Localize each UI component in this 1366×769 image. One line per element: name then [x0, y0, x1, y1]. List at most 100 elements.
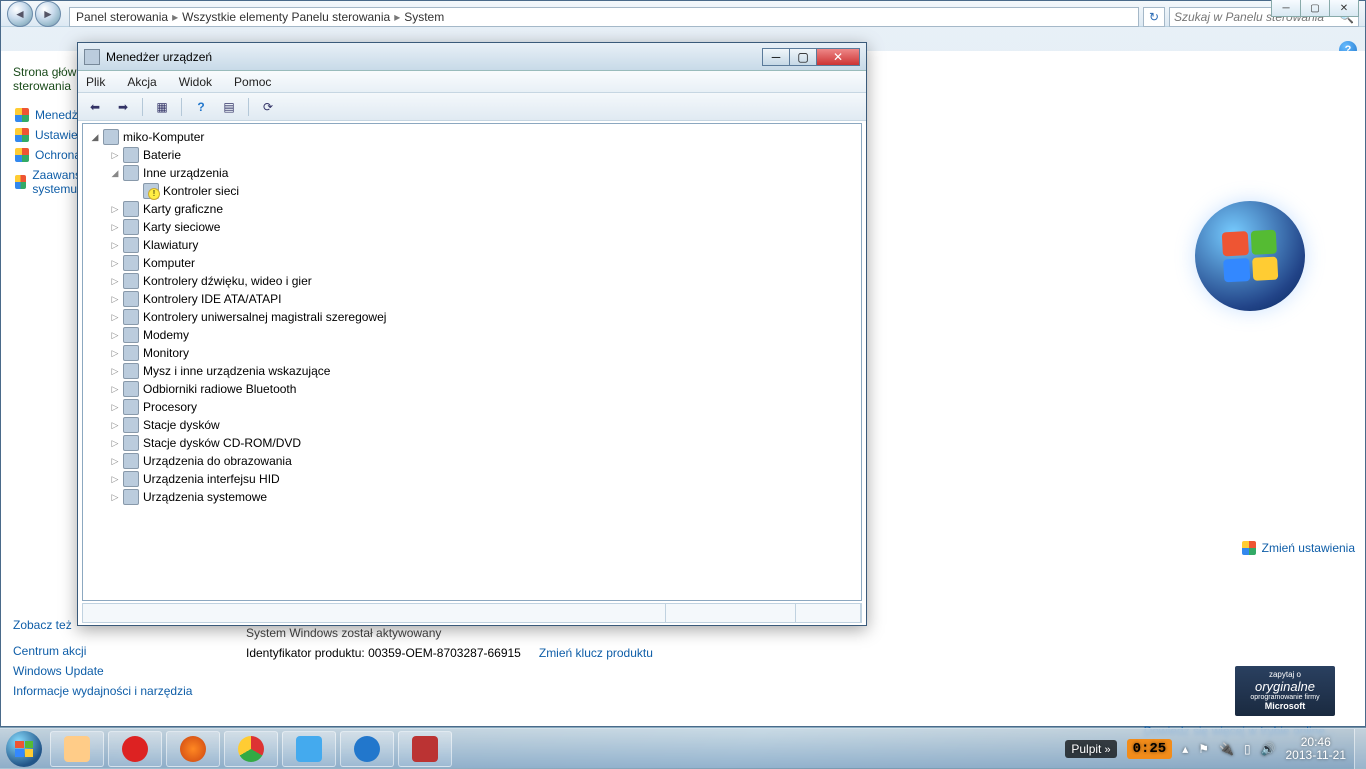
expand-icon[interactable]: ▷	[109, 491, 121, 503]
tree-node[interactable]: ▷Procesory	[87, 398, 857, 416]
see-also-link[interactable]: Informacje wydajności i narzędzia	[13, 681, 192, 701]
taskbar-firefox[interactable]	[166, 731, 220, 767]
menu-help[interactable]: Pomoc	[230, 73, 275, 91]
device-icon	[143, 183, 159, 199]
tb-forward-button[interactable]: ➡	[112, 96, 134, 118]
tree-node[interactable]: ▷Monitory	[87, 344, 857, 362]
device-tree[interactable]: ◢ miko-Komputer ▷Baterie◢Inne urządzenia…	[82, 123, 862, 601]
expand-icon[interactable]: ▷	[109, 473, 121, 485]
expand-icon[interactable]: ▷	[109, 293, 121, 305]
nav-forward-button[interactable]: ►	[35, 1, 61, 27]
tray-flag-icon[interactable]: ⚑	[1198, 742, 1209, 756]
taskbar-app[interactable]	[398, 731, 452, 767]
product-id-label: Identyfikator produktu: 00359-OEM-870328…	[246, 646, 521, 660]
maximize-button[interactable]: ▢	[1300, 0, 1330, 17]
tree-node[interactable]: ▷Kontrolery IDE ATA/ATAPI	[87, 290, 857, 308]
device-category-icon	[123, 219, 139, 235]
tree-node[interactable]: ▷Karty graficzne	[87, 200, 857, 218]
expand-icon[interactable]: ▷	[109, 383, 121, 395]
change-settings-link[interactable]: Zmień ustawienia	[1242, 541, 1355, 555]
device-category-icon	[123, 291, 139, 307]
tree-node[interactable]: ▷Baterie	[87, 146, 857, 164]
tb-show-hidden-button[interactable]: ▦	[151, 96, 173, 118]
tree-node[interactable]: ▷Klawiatury	[87, 236, 857, 254]
tree-node[interactable]: ▷Karty sieciowe	[87, 218, 857, 236]
tree-node[interactable]: ▷Kontrolery dźwięku, wideo i gier	[87, 272, 857, 290]
tree-node[interactable]: ▷Modemy	[87, 326, 857, 344]
expand-icon[interactable]: ▷	[109, 455, 121, 467]
expand-icon[interactable]: ▷	[109, 221, 121, 233]
nav-back-button[interactable]: ◄	[7, 1, 33, 27]
see-also-link[interactable]: Centrum akcji	[13, 641, 192, 661]
device-category-icon	[123, 417, 139, 433]
genuine-badge[interactable]: zapytaj o oryginalne oprogramowanie firm…	[1235, 666, 1335, 716]
tray-arrow-icon[interactable]: ▴	[1182, 742, 1188, 756]
breadcrumb[interactable]: Panel sterowania▸ Wszystkie elementy Pan…	[69, 7, 1139, 27]
tree-node[interactable]: ▷Urządzenia systemowe	[87, 488, 857, 506]
refresh-button[interactable]: ↻	[1143, 7, 1165, 27]
tray-power-icon[interactable]: 🔌	[1219, 742, 1234, 756]
device-category-icon	[123, 471, 139, 487]
tb-properties-button[interactable]: ▤	[218, 96, 240, 118]
tree-node[interactable]: ▷Komputer	[87, 254, 857, 272]
desktop-toolbar[interactable]: Pulpit »	[1065, 740, 1116, 758]
timer-gadget[interactable]: 0:25	[1127, 739, 1173, 759]
expand-icon[interactable]: ▷	[109, 329, 121, 341]
dm-maximize-button[interactable]: ▢	[789, 48, 817, 66]
expand-icon[interactable]: ▷	[109, 239, 121, 251]
tree-node[interactable]: ▷Urządzenia interfejsu HID	[87, 470, 857, 488]
dm-close-button[interactable]: ✕	[816, 48, 860, 66]
menu-file[interactable]: Plik	[82, 73, 109, 91]
breadcrumb-item[interactable]: Panel sterowania	[76, 10, 168, 24]
device-category-icon	[123, 489, 139, 505]
see-also-link[interactable]: Windows Update	[13, 661, 192, 681]
taskbar-app[interactable]	[340, 731, 394, 767]
breadcrumb-item[interactable]: System	[404, 10, 444, 24]
device-category-icon	[123, 255, 139, 271]
expand-icon[interactable]: ▷	[109, 437, 121, 449]
tb-back-button[interactable]: ⬅	[84, 96, 106, 118]
expand-icon[interactable]: ▷	[109, 401, 121, 413]
tb-scan-button[interactable]: ⟳	[257, 96, 279, 118]
dm-titlebar[interactable]: Menedżer urządzeń ─ ▢ ✕	[78, 43, 866, 71]
taskbar-chrome[interactable]	[224, 731, 278, 767]
expand-icon[interactable]: ◢	[109, 167, 121, 179]
tree-root[interactable]: ◢ miko-Komputer	[87, 128, 857, 146]
windows-logo	[1195, 201, 1305, 311]
minimize-button[interactable]: ─	[1271, 0, 1301, 17]
dm-minimize-button[interactable]: ─	[762, 48, 790, 66]
close-button[interactable]: ✕	[1329, 0, 1359, 17]
tree-node[interactable]: ▷Stacje dysków	[87, 416, 857, 434]
device-category-icon	[123, 201, 139, 217]
expand-icon[interactable]: ▷	[109, 419, 121, 431]
tree-node[interactable]: ▷Kontrolery uniwersalnej magistrali szer…	[87, 308, 857, 326]
expand-icon[interactable]: ▷	[109, 257, 121, 269]
tree-node[interactable]: ◢Inne urządzenia	[87, 164, 857, 182]
show-desktop-button[interactable]	[1354, 729, 1366, 769]
expand-icon[interactable]: ▷	[109, 275, 121, 287]
tree-node-child[interactable]: Kontroler sieci	[87, 182, 857, 200]
taskbar-app[interactable]	[282, 731, 336, 767]
tray-volume-icon[interactable]: 🔊	[1261, 742, 1276, 756]
tray-clock[interactable]: 20:46 2013-11-21	[1286, 736, 1347, 762]
expand-icon[interactable]: ▷	[109, 365, 121, 377]
collapse-icon[interactable]: ◢	[89, 131, 101, 143]
taskbar-opera[interactable]	[108, 731, 162, 767]
tb-help-button[interactable]: ?	[190, 96, 212, 118]
breadcrumb-item[interactable]: Wszystkie elementy Panelu sterowania	[182, 10, 390, 24]
tree-node[interactable]: ▷Odbiorniki radiowe Bluetooth	[87, 380, 857, 398]
expand-icon[interactable]: ▷	[109, 347, 121, 359]
tree-node[interactable]: ▷Mysz i inne urządzenia wskazujące	[87, 362, 857, 380]
change-product-key-link[interactable]: Zmień klucz produktu	[539, 646, 653, 660]
tree-node[interactable]: ▷Stacje dysków CD-ROM/DVD	[87, 434, 857, 452]
start-button[interactable]	[0, 729, 48, 769]
expand-icon[interactable]: ▷	[109, 311, 121, 323]
menu-view[interactable]: Widok	[175, 73, 216, 91]
device-category-icon	[123, 147, 139, 163]
taskbar-explorer[interactable]	[50, 731, 104, 767]
tree-node[interactable]: ▷Urządzenia do obrazowania	[87, 452, 857, 470]
menu-action[interactable]: Akcja	[123, 73, 160, 91]
tray-network-icon[interactable]: ▯	[1244, 742, 1251, 756]
expand-icon[interactable]: ▷	[109, 203, 121, 215]
expand-icon[interactable]: ▷	[109, 149, 121, 161]
